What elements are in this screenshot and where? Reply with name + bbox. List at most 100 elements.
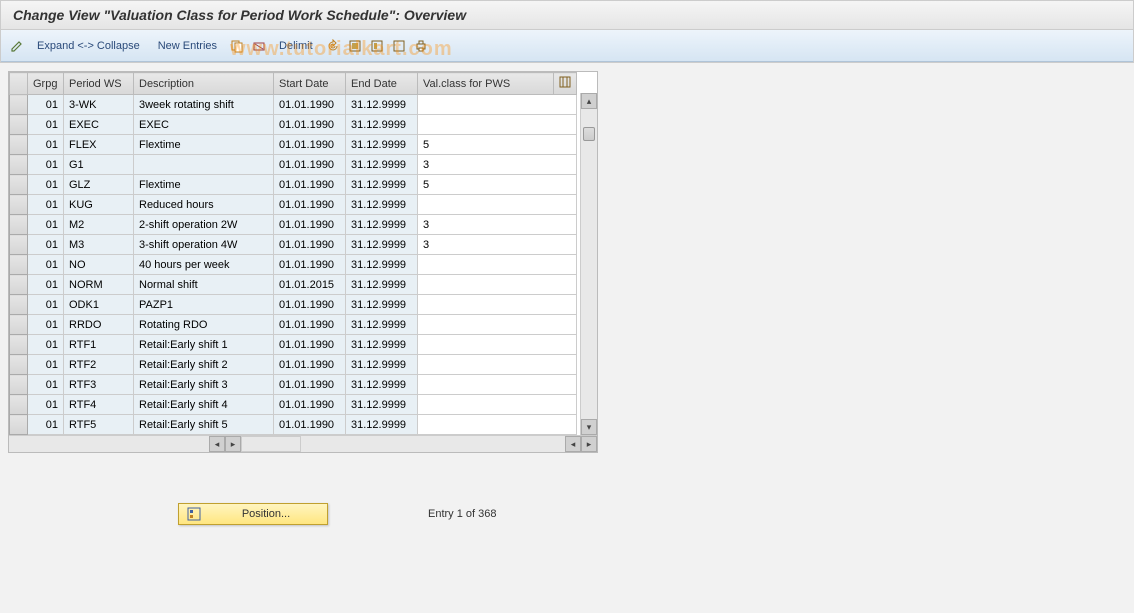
table-row[interactable]: 01RRDORotating RDO01.01.199031.12.9999 [10,315,577,335]
cell-start[interactable]: 01.01.1990 [274,115,346,135]
cell-end[interactable]: 31.12.9999 [346,175,418,195]
col-header-pws[interactable]: Period WS [64,73,134,95]
cell-grpg[interactable]: 01 [28,355,64,375]
cell-pws[interactable]: FLEX [64,135,134,155]
table-row[interactable]: 01RTF3Retail:Early shift 301.01.199031.1… [10,375,577,395]
table-row[interactable]: 01ODK1PAZP101.01.199031.12.9999 [10,295,577,315]
cell-pws[interactable]: NORM [64,275,134,295]
row-selector[interactable] [10,395,28,415]
cell-end[interactable]: 31.12.9999 [346,155,418,175]
cell-end[interactable]: 31.12.9999 [346,215,418,235]
cell-end[interactable]: 31.12.9999 [346,275,418,295]
cell-end[interactable]: 31.12.9999 [346,335,418,355]
cell-desc[interactable]: Retail:Early shift 4 [134,395,274,415]
cell-end[interactable]: 31.12.9999 [346,295,418,315]
row-selector[interactable] [10,275,28,295]
table-row[interactable]: 01NORMNormal shift01.01.201531.12.9999 [10,275,577,295]
row-selector[interactable] [10,335,28,355]
hscroll-left-button[interactable]: ◂ [209,436,225,452]
cell-desc[interactable]: Retail:Early shift 2 [134,355,274,375]
table-row[interactable]: 01G101.01.199031.12.99993 [10,155,577,175]
row-selector[interactable] [10,155,28,175]
table-row[interactable]: 01M22-shift operation 2W01.01.199031.12.… [10,215,577,235]
expand-collapse-button[interactable]: Expand <-> Collapse [31,38,146,54]
print-icon[interactable] [413,38,429,54]
row-selector[interactable] [10,215,28,235]
cell-val[interactable] [418,395,577,415]
cell-end[interactable]: 31.12.9999 [346,415,418,435]
cell-pws[interactable]: EXEC [64,115,134,135]
cell-end[interactable]: 31.12.9999 [346,375,418,395]
cell-val[interactable] [418,295,577,315]
cell-end[interactable]: 31.12.9999 [346,135,418,155]
cell-pws[interactable]: 3-WK [64,95,134,115]
row-selector[interactable] [10,115,28,135]
row-selector[interactable] [10,135,28,155]
cell-grpg[interactable]: 01 [28,135,64,155]
cell-start[interactable]: 01.01.1990 [274,375,346,395]
cell-end[interactable]: 31.12.9999 [346,255,418,275]
cell-grpg[interactable]: 01 [28,175,64,195]
hscroll-right-button[interactable]: ▸ [225,436,241,452]
table-row[interactable]: 01M33-shift operation 4W01.01.199031.12.… [10,235,577,255]
cell-start[interactable]: 01.01.1990 [274,155,346,175]
cell-pws[interactable]: RTF5 [64,415,134,435]
cell-end[interactable]: 31.12.9999 [346,355,418,375]
cell-desc[interactable]: 3-shift operation 4W [134,235,274,255]
cell-start[interactable]: 01.01.1990 [274,215,346,235]
table-row[interactable]: 01NO40 hours per week01.01.199031.12.999… [10,255,577,275]
cell-desc[interactable]: EXEC [134,115,274,135]
row-selector[interactable] [10,175,28,195]
cell-pws[interactable]: RTF1 [64,335,134,355]
row-selector[interactable] [10,295,28,315]
table-row[interactable]: 01RTF5Retail:Early shift 501.01.199031.1… [10,415,577,435]
hscroll-track-left[interactable] [241,436,301,452]
deselect-all-icon[interactable] [391,38,407,54]
cell-val[interactable]: 3 [418,155,577,175]
undo-icon[interactable] [325,38,341,54]
cell-pws[interactable]: M2 [64,215,134,235]
cell-val[interactable] [418,255,577,275]
cell-val[interactable] [418,115,577,135]
table-row[interactable]: 01FLEXFlextime01.01.199031.12.99995 [10,135,577,155]
col-header-end[interactable]: End Date [346,73,418,95]
cell-grpg[interactable]: 01 [28,295,64,315]
cell-grpg[interactable]: 01 [28,335,64,355]
row-selector[interactable] [10,375,28,395]
col-header-grpg[interactable]: Grpg [28,73,64,95]
cell-grpg[interactable]: 01 [28,95,64,115]
toggle-edit-icon[interactable] [9,38,25,54]
table-row[interactable]: 01RTF4Retail:Early shift 401.01.199031.1… [10,395,577,415]
cell-start[interactable]: 01.01.1990 [274,95,346,115]
cell-val[interactable] [418,375,577,395]
copy-icon[interactable] [229,38,245,54]
cell-end[interactable]: 31.12.9999 [346,315,418,335]
cell-val[interactable] [418,335,577,355]
vertical-scrollbar[interactable]: ▴ ▾ [580,93,597,435]
cell-pws[interactable]: M3 [64,235,134,255]
cell-grpg[interactable]: 01 [28,215,64,235]
cell-val[interactable] [418,315,577,335]
cell-desc[interactable] [134,155,274,175]
cell-val[interactable] [418,195,577,215]
cell-pws[interactable]: RRDO [64,315,134,335]
row-selector[interactable] [10,95,28,115]
col-header-select[interactable] [10,73,28,95]
select-block-icon[interactable] [369,38,385,54]
cell-val[interactable] [418,355,577,375]
table-row[interactable]: 01EXECEXEC01.01.199031.12.9999 [10,115,577,135]
cell-desc[interactable]: Retail:Early shift 5 [134,415,274,435]
cell-end[interactable]: 31.12.9999 [346,95,418,115]
row-selector[interactable] [10,255,28,275]
table-row[interactable]: 01GLZFlextime01.01.199031.12.99995 [10,175,577,195]
table-row[interactable]: 01RTF1Retail:Early shift 101.01.199031.1… [10,335,577,355]
new-entries-button[interactable]: New Entries [152,38,223,54]
cell-start[interactable]: 01.01.1990 [274,235,346,255]
cell-grpg[interactable]: 01 [28,375,64,395]
col-config-button[interactable] [554,73,577,95]
cell-desc[interactable]: 2-shift operation 2W [134,215,274,235]
table-row[interactable]: 01RTF2Retail:Early shift 201.01.199031.1… [10,355,577,375]
cell-end[interactable]: 31.12.9999 [346,195,418,215]
cell-start[interactable]: 01.01.1990 [274,175,346,195]
row-selector[interactable] [10,235,28,255]
